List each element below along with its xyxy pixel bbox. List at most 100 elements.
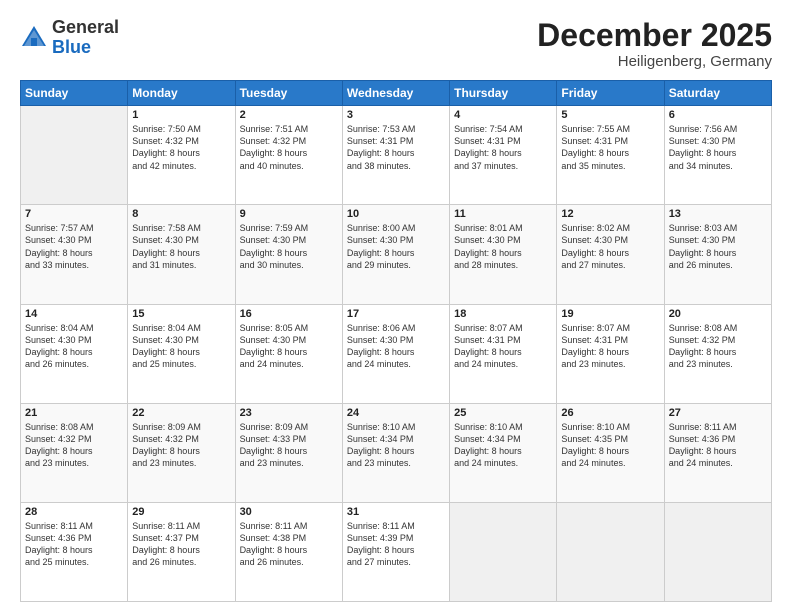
- calendar-cell-w2-d6: 12 Sunrise: 8:02 AMSunset: 4:30 PMDayligh…: [557, 205, 664, 304]
- day-number: 29: [132, 506, 230, 518]
- header-sunday: Sunday: [21, 81, 128, 106]
- calendar-cell-w2-d5: 11 Sunrise: 8:01 AMSunset: 4:30 PMDayligh…: [450, 205, 557, 304]
- calendar-table: Sunday Monday Tuesday Wednesday Thursday…: [20, 80, 772, 602]
- cell-info: Sunrise: 8:10 AMSunset: 4:34 PMDaylight:…: [454, 421, 552, 470]
- cell-info: Sunrise: 8:04 AMSunset: 4:30 PMDaylight:…: [132, 322, 230, 371]
- calendar-week-1: 1 Sunrise: 7:50 AMSunset: 4:32 PMDaylight…: [21, 106, 772, 205]
- day-number: 6: [669, 109, 767, 121]
- header-thursday: Thursday: [450, 81, 557, 106]
- calendar-week-3: 14 Sunrise: 8:04 AMSunset: 4:30 PMDayligh…: [21, 304, 772, 403]
- day-number: 16: [240, 308, 338, 320]
- calendar-subtitle: Heiligenberg, Germany: [537, 53, 772, 70]
- header-tuesday: Tuesday: [235, 81, 342, 106]
- header-saturday: Saturday: [664, 81, 771, 106]
- cell-info: Sunrise: 8:00 AMSunset: 4:30 PMDaylight:…: [347, 222, 445, 271]
- cell-info: Sunrise: 8:09 AMSunset: 4:32 PMDaylight:…: [132, 421, 230, 470]
- calendar-cell-w3-d5: 18Sunrise: 8:07 AMSunset: 4:31 PMDayligh…: [450, 304, 557, 403]
- calendar-cell-w3-d1: 14 Sunrise: 8:04 AMSunset: 4:30 PMDayligh…: [21, 304, 128, 403]
- calendar-title: December 2025: [537, 18, 772, 53]
- calendar-cell-w5-d3: 30 Sunrise: 8:11 AMSunset: 4:38 PMDayligh…: [235, 502, 342, 601]
- calendar-cell-w2-d3: 9Sunrise: 7:59 AMSunset: 4:30 PMDaylight…: [235, 205, 342, 304]
- cell-info: Sunrise: 8:08 AMSunset: 4:32 PMDaylight:…: [25, 421, 123, 470]
- day-number: 2: [240, 109, 338, 121]
- day-number: 24: [347, 407, 445, 419]
- logo-blue-text: Blue: [52, 37, 91, 57]
- cell-info: Sunrise: 7:53 AMSunset: 4:31 PMDaylight:…: [347, 123, 445, 172]
- day-number: 7: [25, 208, 123, 220]
- cell-info: Sunrise: 8:01 AMSunset: 4:30 PMDaylight:…: [454, 222, 552, 271]
- day-number: 26: [561, 407, 659, 419]
- calendar-week-2: 7 Sunrise: 7:57 AMSunset: 4:30 PMDaylight…: [21, 205, 772, 304]
- day-number: 1: [132, 109, 230, 121]
- calendar-cell-w3-d7: 20 Sunrise: 8:08 AMSunset: 4:32 PMDayligh…: [664, 304, 771, 403]
- cell-info: Sunrise: 8:09 AMSunset: 4:33 PMDaylight:…: [240, 421, 338, 470]
- day-number: 13: [669, 208, 767, 220]
- cell-info: Sunrise: 7:59 AMSunset: 4:30 PMDaylight:…: [240, 222, 338, 271]
- day-number: 30: [240, 506, 338, 518]
- calendar-cell-w4-d7: 27 Sunrise: 8:11 AMSunset: 4:36 PMDayligh…: [664, 403, 771, 502]
- cell-info: Sunrise: 8:11 AMSunset: 4:39 PMDaylight:…: [347, 520, 445, 569]
- day-number: 5: [561, 109, 659, 121]
- day-number: 19: [561, 308, 659, 320]
- day-number: 15: [132, 308, 230, 320]
- day-number: 8: [132, 208, 230, 220]
- cell-info: Sunrise: 8:11 AMSunset: 4:36 PMDaylight:…: [669, 421, 767, 470]
- cell-info: Sunrise: 7:55 AMSunset: 4:31 PMDaylight:…: [561, 123, 659, 172]
- cell-info: Sunrise: 7:58 AMSunset: 4:30 PMDaylight:…: [132, 222, 230, 271]
- cell-info: Sunrise: 8:07 AMSunset: 4:31 PMDaylight:…: [454, 322, 552, 371]
- day-number: 12: [561, 208, 659, 220]
- cell-info: Sunrise: 8:08 AMSunset: 4:32 PMDaylight:…: [669, 322, 767, 371]
- logo-general-text: General: [52, 17, 119, 37]
- calendar-cell-w2-d7: 13 Sunrise: 8:03 AMSunset: 4:30 PMDayligh…: [664, 205, 771, 304]
- cell-info: Sunrise: 7:56 AMSunset: 4:30 PMDaylight:…: [669, 123, 767, 172]
- day-number: 27: [669, 407, 767, 419]
- day-number: 20: [669, 308, 767, 320]
- cell-info: Sunrise: 7:51 AMSunset: 4:32 PMDaylight:…: [240, 123, 338, 172]
- calendar-cell-w2-d4: 10 Sunrise: 8:00 AMSunset: 4:30 PMDayligh…: [342, 205, 449, 304]
- calendar-week-4: 21Sunrise: 8:08 AMSunset: 4:32 PMDayligh…: [21, 403, 772, 502]
- cell-info: Sunrise: 8:02 AMSunset: 4:30 PMDaylight:…: [561, 222, 659, 271]
- calendar-cell-w5-d2: 29 Sunrise: 8:11 AMSunset: 4:37 PMDayligh…: [128, 502, 235, 601]
- day-number: 14: [25, 308, 123, 320]
- calendar-week-5: 28 Sunrise: 8:11 AMSunset: 4:36 PMDayligh…: [21, 502, 772, 601]
- cell-info: Sunrise: 8:10 AMSunset: 4:35 PMDaylight:…: [561, 421, 659, 470]
- calendar-cell-w2-d2: 8 Sunrise: 7:58 AMSunset: 4:30 PMDaylight…: [128, 205, 235, 304]
- header-friday: Friday: [557, 81, 664, 106]
- cell-info: Sunrise: 8:06 AMSunset: 4:30 PMDaylight:…: [347, 322, 445, 371]
- day-number: 23: [240, 407, 338, 419]
- cell-info: Sunrise: 8:03 AMSunset: 4:30 PMDaylight:…: [669, 222, 767, 271]
- header-wednesday: Wednesday: [342, 81, 449, 106]
- day-number: 25: [454, 407, 552, 419]
- calendar-cell-w1-d5: 4 Sunrise: 7:54 AMSunset: 4:31 PMDaylight…: [450, 106, 557, 205]
- cell-info: Sunrise: 8:07 AMSunset: 4:31 PMDaylight:…: [561, 322, 659, 371]
- calendar-cell-w3-d2: 15 Sunrise: 8:04 AMSunset: 4:30 PMDayligh…: [128, 304, 235, 403]
- day-number: 28: [25, 506, 123, 518]
- logo-text: General Blue: [52, 18, 119, 58]
- cell-info: Sunrise: 8:04 AMSunset: 4:30 PMDaylight:…: [25, 322, 123, 371]
- calendar-cell-w3-d4: 17 Sunrise: 8:06 AMSunset: 4:30 PMDayligh…: [342, 304, 449, 403]
- cell-info: Sunrise: 8:10 AMSunset: 4:34 PMDaylight:…: [347, 421, 445, 470]
- calendar-cell-w4-d1: 21Sunrise: 8:08 AMSunset: 4:32 PMDayligh…: [21, 403, 128, 502]
- calendar-cell-w4-d4: 24 Sunrise: 8:10 AMSunset: 4:34 PMDayligh…: [342, 403, 449, 502]
- cell-info: Sunrise: 7:50 AMSunset: 4:32 PMDaylight:…: [132, 123, 230, 172]
- day-number: 11: [454, 208, 552, 220]
- calendar-cell-w1-d7: 6 Sunrise: 7:56 AMSunset: 4:30 PMDaylight…: [664, 106, 771, 205]
- day-number: 10: [347, 208, 445, 220]
- cell-info: Sunrise: 7:57 AMSunset: 4:30 PMDaylight:…: [25, 222, 123, 271]
- cell-info: Sunrise: 8:11 AMSunset: 4:37 PMDaylight:…: [132, 520, 230, 569]
- day-number: 22: [132, 407, 230, 419]
- calendar-cell-w3-d6: 19 Sunrise: 8:07 AMSunset: 4:31 PMDayligh…: [557, 304, 664, 403]
- calendar-cell-w3-d3: 16 Sunrise: 8:05 AMSunset: 4:30 PMDayligh…: [235, 304, 342, 403]
- day-number: 4: [454, 109, 552, 121]
- header: General Blue December 2025 Heiligenberg,…: [20, 18, 772, 70]
- cell-info: Sunrise: 7:54 AMSunset: 4:31 PMDaylight:…: [454, 123, 552, 172]
- calendar-cell-w1-d2: 1 Sunrise: 7:50 AMSunset: 4:32 PMDaylight…: [128, 106, 235, 205]
- title-block: December 2025 Heiligenberg, Germany: [537, 18, 772, 70]
- day-number: 17: [347, 308, 445, 320]
- cell-info: Sunrise: 8:05 AMSunset: 4:30 PMDaylight:…: [240, 322, 338, 371]
- calendar-cell-w4-d6: 26 Sunrise: 8:10 AMSunset: 4:35 PMDayligh…: [557, 403, 664, 502]
- logo: General Blue: [20, 18, 119, 58]
- calendar-cell-w5-d5: [450, 502, 557, 601]
- cell-info: Sunrise: 8:11 AMSunset: 4:38 PMDaylight:…: [240, 520, 338, 569]
- cell-info: Sunrise: 8:11 AMSunset: 4:36 PMDaylight:…: [25, 520, 123, 569]
